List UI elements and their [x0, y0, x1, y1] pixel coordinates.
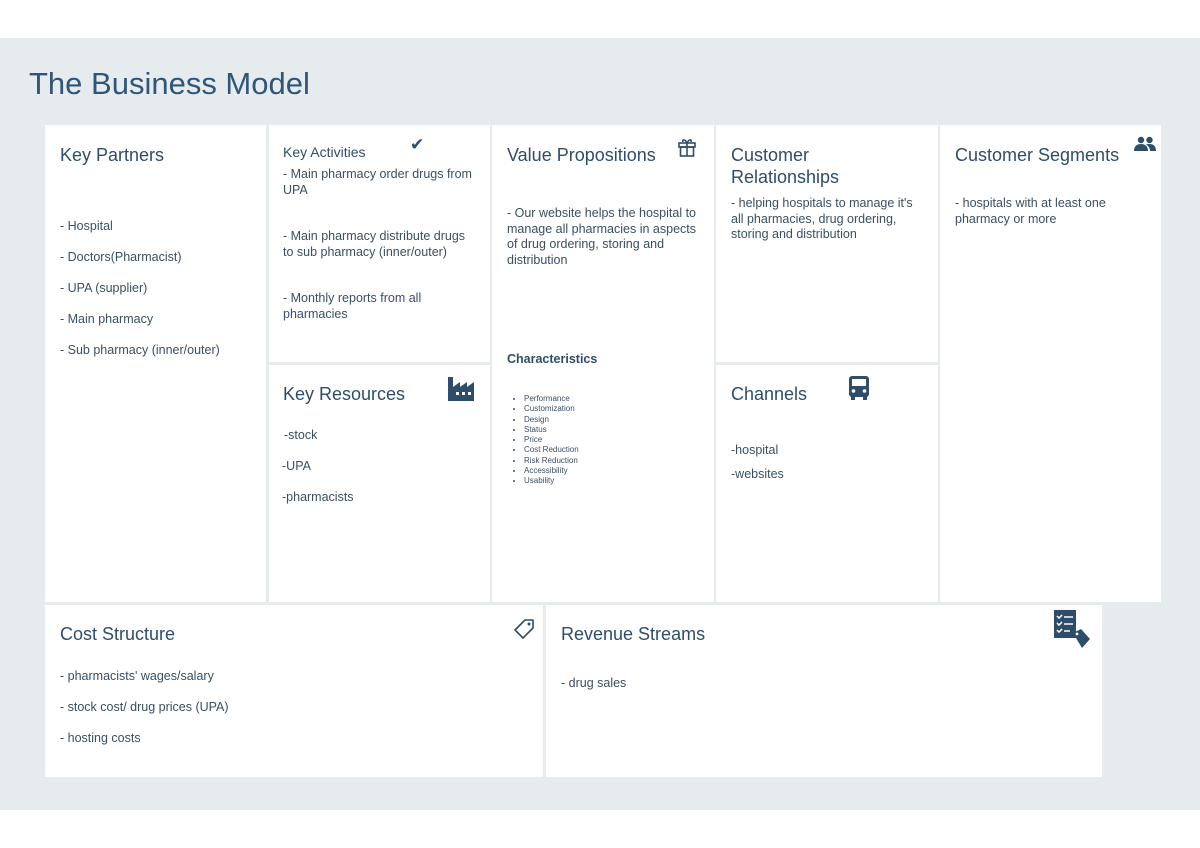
cost-structure-block: Cost Structure - pharmacists' wages/sala…	[45, 605, 543, 777]
list-item: - Sub pharmacy (inner/outer)	[60, 343, 220, 357]
customer-segments-text: - hospitals with at least one pharmacy o…	[955, 196, 1106, 226]
list-item: Customization	[524, 404, 579, 414]
factory-icon	[448, 377, 474, 401]
characteristics-title: Characteristics	[507, 352, 598, 366]
list-item: -hospital	[731, 443, 779, 457]
list-item: Accessibility	[524, 466, 579, 476]
list-item: - Hospital	[60, 219, 113, 233]
key-partners-block: Key Partners - Hospital - Doctors(Pharma…	[45, 125, 266, 602]
customer-relationships-block: Customer Relationships - helping hospita…	[716, 125, 938, 362]
block-title: Channels	[731, 384, 808, 404]
tag-icon	[514, 619, 534, 639]
customer-relationships-text: - helping hospitals to manage it's all p…	[731, 196, 913, 241]
list-item: - Main pharmacy distribute drugs to sub …	[283, 229, 466, 259]
block-title: Customer Relationships	[731, 145, 840, 187]
characteristics-list: Performance Customization Design Status …	[502, 394, 579, 487]
key-activities-block: Key Activities ✔ - Main pharmacy order d…	[269, 125, 490, 362]
page-title: The Business Model	[29, 66, 310, 101]
list-item: Risk Reduction	[524, 456, 579, 466]
block-title: Key Activities	[283, 144, 366, 160]
channels-block: Channels -hospital -websites	[716, 365, 938, 602]
value-proposition-text: - Our website helps the hospital to mana…	[507, 206, 696, 267]
list-item: - pharmacists' wages/salary	[60, 669, 214, 683]
block-title: Revenue Streams	[561, 624, 706, 644]
list-item: -websites	[731, 466, 784, 481]
list-item: -UPA	[282, 459, 311, 473]
block-title: Key Partners	[60, 145, 165, 165]
truck-icon	[849, 376, 869, 400]
value-propositions-block: Value Propositions - Our website helps t…	[492, 125, 714, 602]
list-item: Status	[524, 425, 579, 435]
block-title: Value Propositions	[507, 145, 656, 165]
list-item: Design	[524, 415, 579, 425]
list-item: - UPA (supplier)	[60, 281, 148, 295]
list-item: Price	[524, 435, 579, 445]
block-title: Key Resources	[283, 384, 406, 404]
key-resources-block: Key Resources -stock -UPA -pharmacists	[269, 365, 490, 602]
list-item: - Monthly reports from all pharmacies	[283, 291, 422, 321]
list-item: -pharmacists	[282, 490, 354, 504]
block-title: Customer Segments	[955, 145, 1120, 165]
users-icon	[1134, 136, 1156, 151]
invoice-icon	[1054, 610, 1090, 648]
list-item: - hosting costs	[60, 731, 141, 745]
list-item: - stock cost/ drug prices (UPA)	[60, 700, 229, 714]
checkmark-icon: ✔	[410, 135, 425, 154]
list-item: - drug sales	[561, 676, 627, 690]
revenue-streams-block: Revenue Streams - drug sales	[546, 605, 1102, 777]
block-title: Cost Structure	[60, 624, 176, 644]
list-item: Usability	[524, 476, 579, 486]
list-item: Performance	[524, 394, 579, 404]
list-item: - Doctors(Pharmacist)	[60, 250, 182, 264]
gift-icon	[678, 139, 696, 157]
customer-segments-block: Customer Segments - hospitals with at le…	[940, 125, 1161, 602]
list-item: - Main pharmacy order drugs from UPA	[283, 167, 472, 197]
list-item: -stock	[284, 428, 318, 442]
list-item: Cost Reduction	[524, 445, 579, 455]
list-item: - Main pharmacy	[60, 312, 154, 326]
